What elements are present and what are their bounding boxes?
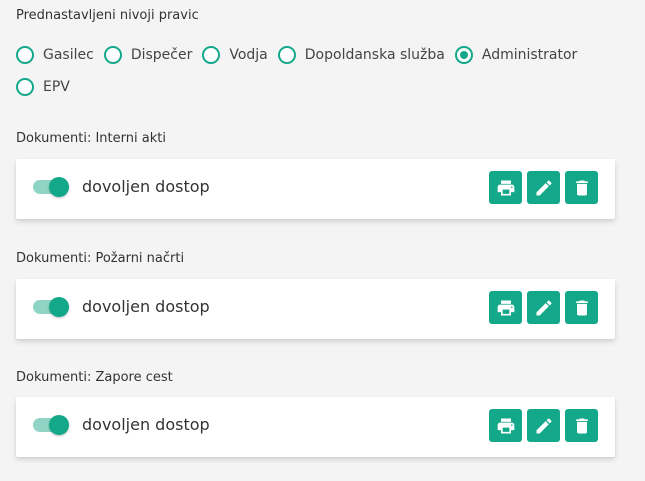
card-actions — [484, 291, 598, 324]
card-actions — [484, 409, 598, 442]
print-icon — [497, 418, 514, 433]
radio-label: Gasilec — [43, 47, 94, 63]
toggle-knob — [49, 415, 69, 435]
delete-icon — [575, 180, 588, 195]
radio-button[interactable] — [16, 78, 34, 96]
document-section-label: Dokumenti: Interni akti — [16, 131, 166, 146]
radio-dopoldanska-sluzba[interactable]: Dopoldanska služba — [277, 44, 445, 66]
radio-vodja[interactable]: Vodja — [202, 44, 268, 66]
toggle-knob — [49, 297, 69, 317]
radio-button[interactable] — [277, 46, 296, 64]
edit-icon — [536, 179, 552, 195]
permission-level-radio-group: Gasilec Dispečer Vodja Dopoldanska služb… — [16, 44, 616, 98]
toggle-label: dovoljen dostop — [82, 297, 210, 316]
edit-button[interactable] — [527, 171, 560, 204]
print-button[interactable] — [489, 171, 522, 204]
edit-icon — [536, 299, 552, 315]
document-section-label: Dokumenti: Požarni načrti — [16, 251, 185, 266]
document-permission-card: dovoljen dostop — [16, 279, 615, 339]
edit-button[interactable] — [527, 291, 560, 324]
toggle-label: dovoljen dostop — [82, 415, 210, 434]
radio-button-checked[interactable] — [454, 46, 473, 64]
radio-label: Dispečer — [130, 47, 193, 63]
print-button[interactable] — [489, 291, 522, 324]
toggle-label: dovoljen dostop — [82, 177, 210, 196]
delete-icon — [575, 418, 588, 433]
radio-button[interactable] — [202, 46, 221, 64]
document-permission-card: dovoljen dostop — [16, 397, 615, 457]
document-section-label: Dokumenti: Zapore cest — [16, 370, 173, 385]
edit-icon — [536, 417, 552, 433]
card-actions — [484, 171, 598, 204]
print-icon — [497, 180, 514, 195]
radio-label: EPV — [43, 79, 70, 95]
print-button[interactable] — [489, 409, 522, 442]
delete-button[interactable] — [565, 291, 598, 324]
delete-icon — [575, 300, 588, 315]
radio-gasilec[interactable]: Gasilec — [16, 44, 94, 66]
radio-label: Vodja — [229, 47, 268, 63]
radio-label: Dopoldanska služba — [304, 47, 445, 63]
radio-dispecer[interactable]: Dispečer — [103, 44, 193, 66]
access-toggle[interactable] — [33, 415, 69, 435]
print-icon — [497, 300, 514, 315]
access-toggle[interactable] — [33, 177, 69, 197]
toggle-knob — [49, 177, 69, 197]
delete-button[interactable] — [565, 171, 598, 204]
radio-administrator[interactable]: Administrator — [454, 44, 578, 66]
radio-epv[interactable]: EPV — [16, 76, 70, 98]
access-toggle[interactable] — [33, 297, 69, 317]
permissions-title: Prednastavljeni nivoji pravic — [16, 8, 199, 23]
permissions-page: Prednastavljeni nivoji pravic Gasilec Di… — [0, 0, 645, 481]
radio-label: Administrator — [481, 47, 578, 63]
edit-button[interactable] — [527, 409, 560, 442]
radio-button[interactable] — [16, 46, 34, 64]
radio-button[interactable] — [103, 46, 122, 64]
delete-button[interactable] — [565, 409, 598, 442]
document-permission-card: dovoljen dostop — [16, 159, 615, 219]
